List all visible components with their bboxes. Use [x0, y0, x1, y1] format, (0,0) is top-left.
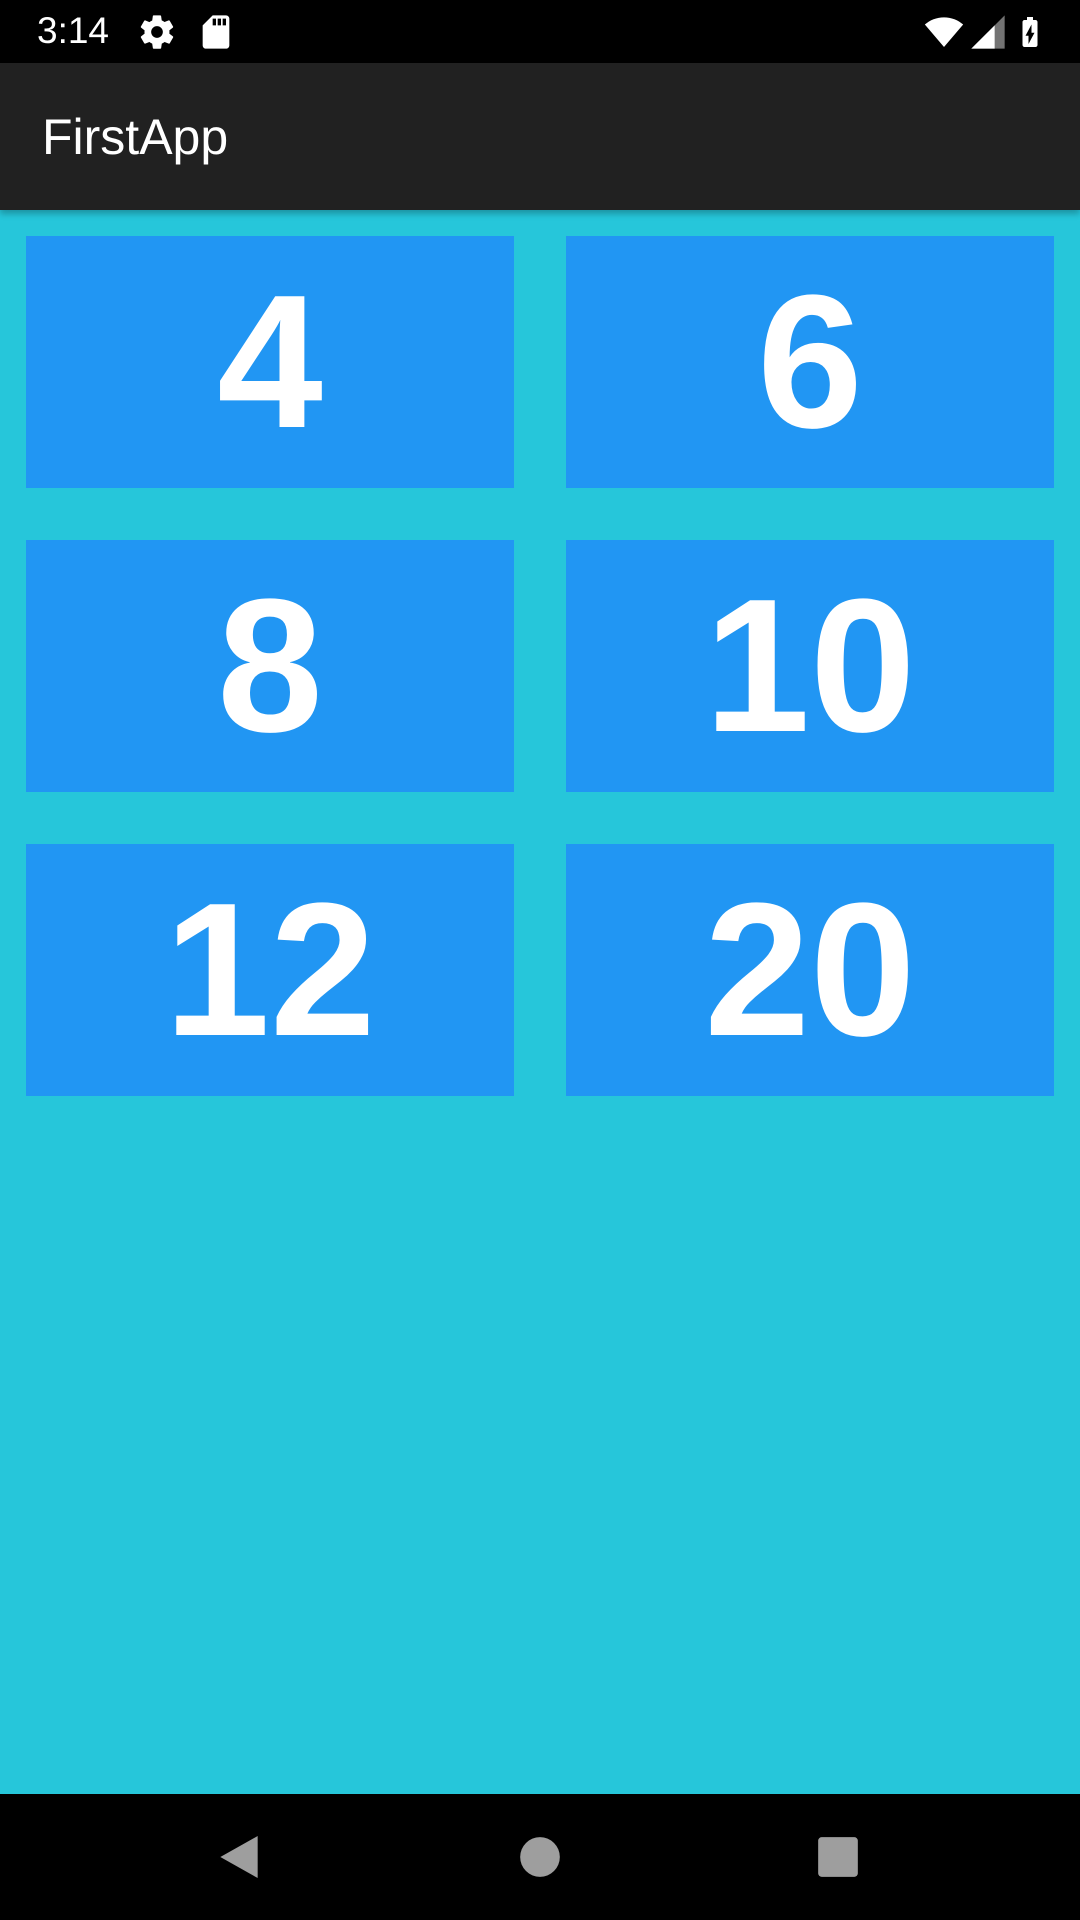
- number-tile-8[interactable]: 8: [26, 540, 514, 792]
- cell-signal-icon: [968, 12, 1008, 52]
- number-tile-10[interactable]: 10: [566, 540, 1054, 792]
- gear-icon: [137, 12, 177, 52]
- battery-charging-icon: [1012, 12, 1048, 52]
- number-tile-12[interactable]: 12: [26, 844, 514, 1096]
- number-tile-4[interactable]: 4: [26, 236, 514, 488]
- app-bar: FirstApp: [0, 63, 1080, 210]
- recents-icon[interactable]: [810, 1829, 866, 1885]
- wifi-icon: [922, 12, 966, 52]
- screen: 3:14 FirstApp 4 6 8 10 12 20: [0, 0, 1080, 1920]
- status-time: 3:14: [37, 10, 110, 51]
- sd-card-icon: [196, 12, 236, 52]
- number-tile-20[interactable]: 20: [566, 844, 1054, 1096]
- navigation-bar: [0, 1794, 1080, 1920]
- home-icon[interactable]: [512, 1829, 568, 1885]
- back-icon[interactable]: [211, 1829, 267, 1885]
- number-tile-6[interactable]: 6: [566, 236, 1054, 488]
- status-bar: 3:14: [0, 0, 1080, 63]
- number-grid: 4 6 8 10 12 20: [26, 236, 1054, 1096]
- app-title: FirstApp: [42, 109, 229, 165]
